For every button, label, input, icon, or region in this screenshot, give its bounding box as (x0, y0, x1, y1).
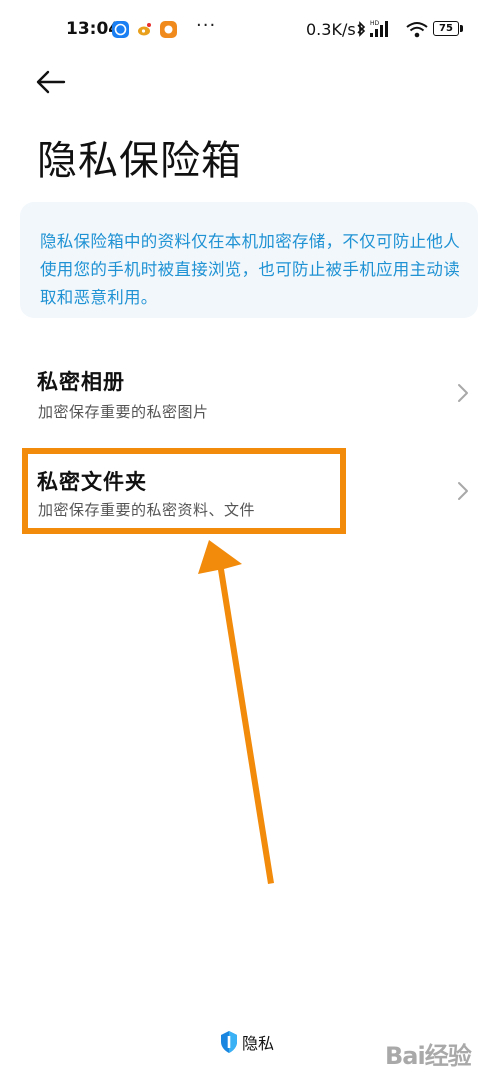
baidu-watermark: Bai经验 (385, 1032, 495, 1072)
item-title: 私密相册 (37, 370, 125, 394)
bluetooth-icon (357, 21, 366, 37)
back-button[interactable] (30, 66, 70, 98)
app-notification-icon-orange (160, 21, 177, 38)
highlight-annotation-box (22, 448, 346, 534)
info-card: 隐私保险箱中的资料仅在本机加密存储，不仅可防止他人使用您的手机时被直接浏览，也可… (20, 202, 478, 318)
wifi-icon (406, 22, 428, 38)
shield-icon (221, 1031, 237, 1053)
chevron-right-icon (458, 482, 468, 500)
weibo-icon (136, 21, 153, 38)
page-title: 隐私保险箱 (37, 138, 242, 184)
list-item-private-album[interactable]: 私密相册 加密保存重要的私密图片 (0, 352, 500, 434)
chevron-right-icon (458, 384, 468, 402)
brand-label: 隐私 (242, 1034, 275, 1053)
hd-label: HD (370, 20, 380, 27)
network-speed: 0.3K/s (306, 20, 356, 39)
info-text: 隐私保险箱中的资料仅在本机加密存储，不仅可防止他人使用您的手机时被直接浏览，也可… (40, 232, 460, 307)
annotation-arrow (198, 540, 274, 884)
battery-level: 75 (439, 23, 453, 34)
status-right-icons: HD (357, 20, 428, 38)
battery-tip (460, 25, 463, 32)
more-notifications-icon: ··· (196, 15, 217, 36)
watermark-text: Bai经验 (385, 1042, 472, 1070)
app-notification-icon-blue (112, 21, 129, 38)
status-bar: 13:04 ··· 0.3K/s HD 75 (0, 0, 500, 62)
item-subtitle: 加密保存重要的私密图片 (38, 403, 209, 421)
back-arrow-icon (36, 70, 66, 94)
